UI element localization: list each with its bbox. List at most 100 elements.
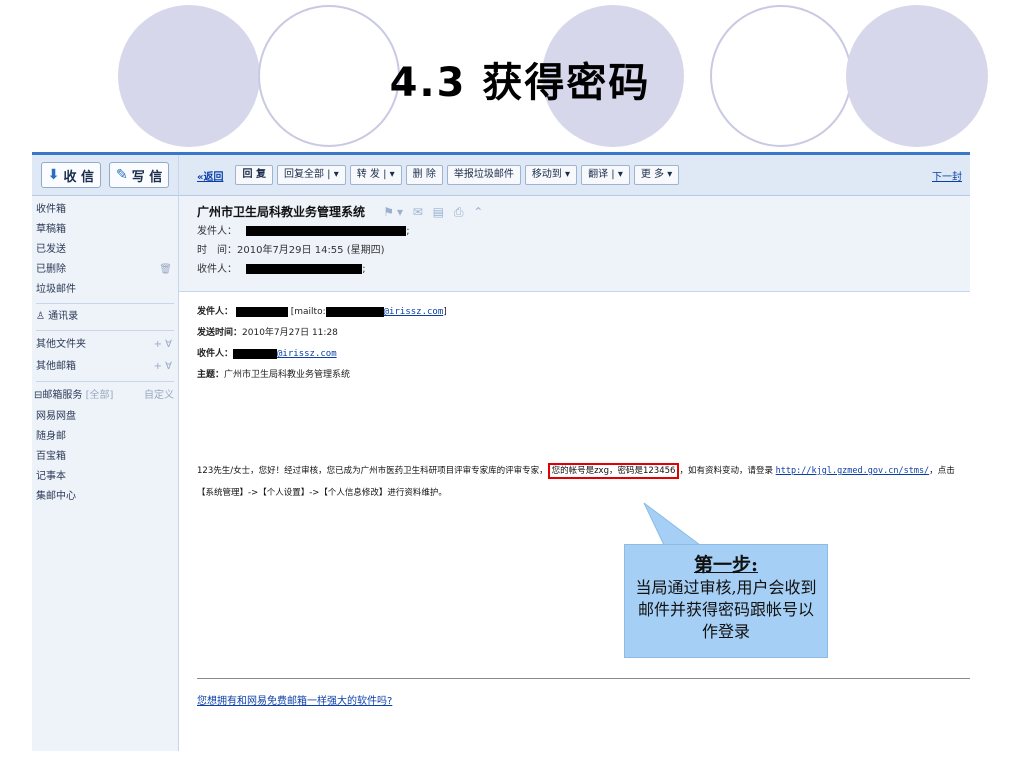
add-mailbox-icon[interactable]: + ∀: [154, 356, 172, 378]
callout-description: 当局通过审核,用户会收到邮件并获得密码跟帐号以作登录: [635, 578, 817, 641]
body-text: ，如有资料变动，请登录: [679, 466, 773, 476]
sender-email-link[interactable]: @irissz.com: [384, 307, 444, 317]
chevron-down-icon: ▾: [667, 169, 673, 180]
semicolon: ;: [362, 264, 366, 275]
mailto-prefix: [mailto:: [290, 307, 326, 317]
quoted-subject-label: 主题：: [197, 370, 225, 380]
sidebar-item-netdisk[interactable]: 网易网盘: [32, 407, 178, 427]
recipient-row: 收件人： ;: [197, 260, 952, 279]
reply-all-button[interactable]: 回复全部 | ▾: [276, 165, 346, 185]
receive-mail-button[interactable]: ⬇ 收 信: [40, 162, 101, 188]
redacted-block: [235, 306, 288, 317]
sidebar-item-drafts[interactable]: 草稿箱: [32, 220, 178, 240]
redacted-block: [246, 264, 363, 274]
services-custom-link[interactable]: 自定义: [144, 385, 174, 407]
time-label: 时 间：: [197, 245, 237, 256]
redacted-block: [233, 348, 278, 359]
sidebar-item-stamp-center[interactable]: 集邮中心: [32, 487, 178, 507]
promo-link[interactable]: 您想拥有和网易免费邮箱一样强大的软件吗?: [197, 692, 392, 707]
move-to-label: 移动到: [531, 169, 562, 180]
body-line-2: 【系统管理】->【个人设置】->【个人信息修改】进行资料维护。: [197, 486, 447, 498]
write-label: 写 信: [131, 169, 163, 185]
compose-bar: ⬇ 收 信 ✎ 写 信: [32, 155, 178, 196]
callout-step-title: 第一步:: [693, 554, 758, 576]
services-all-link[interactable]: [全部]: [86, 390, 114, 401]
quoted-subject-value: 广州市卫生局科教业务管理系统: [224, 370, 351, 380]
mail-subject: 广州市卫生局科教业务管理系统 ⚑▾ ✉ ▤ ⎙ ⌃: [197, 202, 952, 222]
forward-button[interactable]: 转 发 | ▾: [349, 165, 402, 185]
sidebar-item-label: 草稿箱: [36, 224, 66, 235]
trash-icon[interactable]: 🗑: [159, 260, 172, 280]
quoted-from-label: 发件人：: [197, 307, 234, 317]
back-link[interactable]: «返回: [197, 168, 223, 183]
divider: [36, 330, 174, 331]
sidebar-item-mobile-mail[interactable]: 随身邮: [32, 427, 178, 447]
sidebar-item-other-folders[interactable]: 其他文件夹 + ∀: [32, 334, 178, 356]
move-to-button[interactable]: 移动到 ▾: [524, 165, 578, 185]
sender-row: 发件人： ;: [197, 222, 952, 241]
quoted-sent-row: 发送时间：2010年7月27日 11:28: [197, 323, 952, 344]
mail-action-icons[interactable]: ⚑▾ ✉ ▤ ⎙ ⌃: [383, 205, 486, 219]
redacted-block: [246, 226, 407, 236]
reply-button[interactable]: 回 复: [235, 165, 273, 185]
sidebar-item-spam[interactable]: 垃圾邮件: [32, 280, 178, 300]
sidebar-item-toolbox[interactable]: 百宝箱: [32, 447, 178, 467]
quoted-to-row: 收件人： @irissz.com: [197, 344, 952, 365]
sidebar-item-label: 通讯录: [48, 311, 79, 322]
recipient-label: 收件人：: [197, 264, 237, 275]
sidebar-item-deleted[interactable]: 已删除 🗑: [32, 260, 178, 280]
receive-label: 收 信: [63, 169, 94, 185]
sidebar: ⬇ 收 信 ✎ 写 信 收件箱 草稿箱 已发送 已删除 🗑 垃圾邮件 ♙ 通讯录 …: [32, 155, 179, 751]
sidebar-item-label: 已删除: [36, 264, 66, 275]
quoted-subject-row: 主题：广州市卫生局科教业务管理系统: [197, 365, 952, 386]
redacted-block: [325, 306, 384, 317]
decor-circle-outline: [710, 5, 852, 147]
sidebar-item-inbox[interactable]: 收件箱: [32, 200, 178, 220]
report-spam-button[interactable]: 举报垃圾邮件: [446, 165, 521, 185]
chevron-down-icon[interactable]: ▾: [334, 169, 339, 180]
mail-client-window: ⬇ 收 信 ✎ 写 信 收件箱 草稿箱 已发送 已删除 🗑 垃圾邮件 ♙ 通讯录 …: [32, 152, 970, 751]
mail-body: 发件人： [mailto: @irissz.com] 发送时间：2010年7月27…: [179, 292, 970, 752]
recipient-email-link[interactable]: @irissz.com: [277, 349, 337, 359]
body-text: ，点击: [929, 466, 955, 476]
quoted-sent-value: 2010年7月27日 11:28: [242, 328, 338, 338]
sidebar-item-label: 其他邮箱: [36, 361, 76, 372]
sidebar-item-label: 垃圾邮件: [36, 284, 76, 295]
add-folder-icon[interactable]: + ∀: [154, 334, 172, 356]
body-text: 【系统管理】->【个人设置】->【个人信息修改】进行资料维护。: [197, 488, 447, 498]
contacts-icon: ♙: [36, 311, 45, 322]
chevron-down-icon[interactable]: ▾: [390, 169, 395, 180]
time-row: 时 间：2010年7月29日 14:55 (星期四): [197, 241, 952, 260]
divider: [197, 678, 970, 679]
quoted-sent-label: 发送时间：: [197, 328, 243, 338]
sidebar-item-label: 百宝箱: [36, 451, 66, 462]
services-header[interactable]: ⊟邮箱服务 [全部] 自定义: [32, 385, 178, 407]
next-mail-link[interactable]: 下一封: [932, 168, 962, 183]
sidebar-item-notepad[interactable]: 记事本: [32, 467, 178, 487]
system-login-link[interactable]: http://kjgl.gzmed.gov.cn/stms/: [776, 466, 930, 476]
slide-title: 4.3 获得密码: [389, 60, 651, 106]
sidebar-item-contacts[interactable]: ♙ 通讯录: [32, 307, 178, 327]
quoted-from-row: 发件人： [mailto: @irissz.com]: [197, 302, 952, 323]
decor-circle-filled: [118, 5, 260, 147]
decor-circle-filled: [846, 5, 988, 147]
sidebar-item-other-mailboxes[interactable]: 其他邮箱 + ∀: [32, 356, 178, 378]
body-text: 123先生/女士，您好！经过审核，您已成为广州市医药卫生科研项目评审专家库的评审…: [197, 466, 548, 476]
credentials-highlight: 您的帐号是zxg，密码是123456: [547, 463, 680, 479]
more-button[interactable]: 更 多 ▾: [633, 165, 680, 185]
mail-content: «返回 回 复 回复全部 | ▾ 转 发 | ▾ 删 除 举报垃圾邮件 移动到 …: [179, 155, 970, 751]
forward-label: 转 发: [356, 169, 380, 180]
subject-text: 广州市卫生局科教业务管理系统: [197, 205, 366, 219]
mail-toolbar: «返回 回 复 回复全部 | ▾ 转 发 | ▾ 删 除 举报垃圾邮件 移动到 …: [179, 155, 970, 196]
body-line-1: 123先生/女士，您好！经过审核，您已成为广州市医药卫生科研项目评审专家库的评审…: [197, 463, 955, 479]
write-mail-button[interactable]: ✎ 写 信: [109, 162, 170, 188]
chevron-down-icon[interactable]: ▾: [618, 169, 623, 180]
sidebar-item-label: 集邮中心: [36, 491, 76, 502]
mail-header: 广州市卫生局科教业务管理系统 ⚑▾ ✉ ▤ ⎙ ⌃ 发件人： ; 时 间：201…: [179, 196, 970, 292]
sidebar-item-sent[interactable]: 已发送: [32, 240, 178, 260]
translate-button[interactable]: 翻译 | ▾: [581, 165, 630, 185]
time-value: 2010年7月29日 14:55 (星期四): [237, 245, 385, 256]
services-title: 邮箱服务: [42, 390, 83, 401]
delete-button[interactable]: 删 除: [405, 165, 443, 185]
more-label: 更 多: [640, 169, 665, 180]
